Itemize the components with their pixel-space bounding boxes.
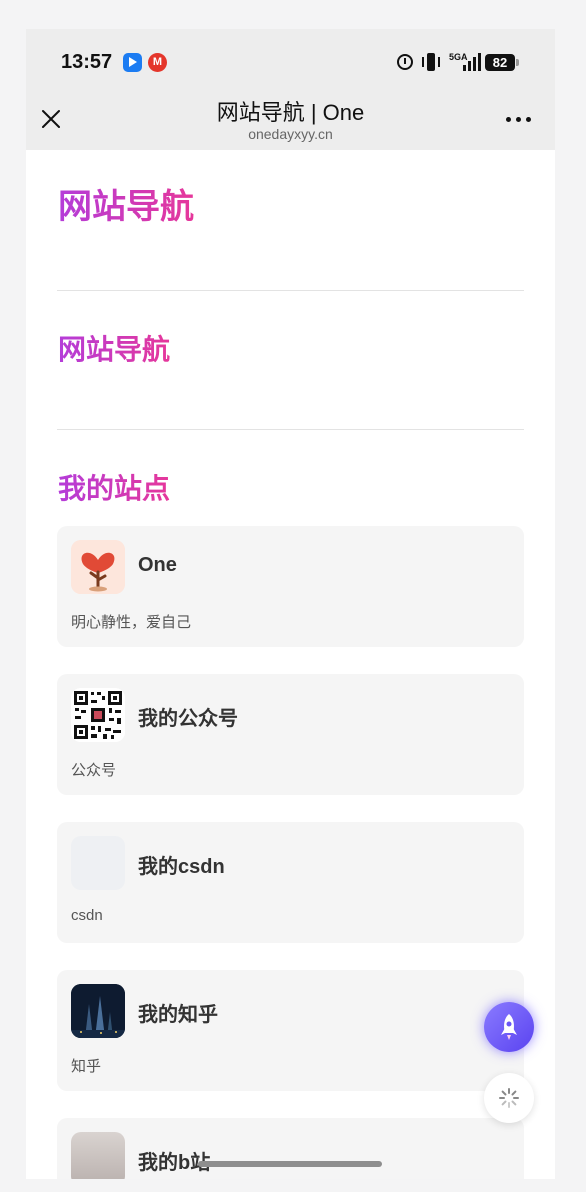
status-bar: 13:57 M 5GA 82 (26, 29, 555, 93)
battery-indicator: 82 (485, 53, 519, 71)
site-card-csdn[interactable]: 我的csdn csdn (57, 822, 524, 943)
site-card-one[interactable]: One 明心静性，爱自己 (57, 526, 524, 647)
home-indicator[interactable] (198, 1161, 382, 1167)
vibrate-icon (421, 53, 441, 71)
status-time: 13:57 (61, 51, 113, 73)
site-card-zhihu[interactable]: 我的知乎 知乎 (57, 970, 524, 1091)
phone-screen: 13:57 M 5GA 82 网站导航 | One onedayxyy.cn 网… (26, 29, 555, 1179)
avatar-photo (71, 1132, 125, 1179)
main-heading: 网站导航 (58, 179, 194, 228)
qr-code-icon (71, 688, 125, 742)
alarm-icon (397, 54, 413, 70)
site-card-wechat[interactable]: 我的公众号 公众号 (57, 674, 524, 795)
metro-logo-icon: M (148, 53, 167, 72)
card-desc: csdn (71, 907, 103, 924)
section-title: 我的站点 (58, 467, 170, 507)
signal-5g-icon: 5GA (449, 52, 481, 71)
tree-logo-icon (71, 540, 125, 594)
page-domain: onedayxyy.cn (248, 126, 333, 142)
divider (57, 290, 524, 291)
more-icon[interactable] (506, 117, 531, 122)
night-city-photo (71, 984, 125, 1038)
app-blue-arrow-icon (123, 53, 142, 72)
card-title: 我的知乎 (138, 1004, 218, 1026)
sub-heading: 网站导航 (58, 328, 170, 368)
card-desc: 知乎 (71, 1058, 102, 1075)
status-system-icons: 5GA 82 (397, 51, 519, 73)
page-title: 网站导航 | One (216, 100, 365, 125)
nav-bar: 网站导航 | One onedayxyy.cn (26, 93, 555, 150)
card-title: 我的公众号 (138, 708, 238, 730)
divider (57, 429, 524, 430)
loading-button[interactable] (484, 1073, 534, 1123)
site-card-bilibili[interactable]: 我的b站 (57, 1118, 524, 1179)
card-title: One (138, 554, 177, 576)
loading-icon (499, 1088, 519, 1108)
back-to-top-button[interactable] (484, 1002, 534, 1052)
card-desc: 公众号 (71, 762, 117, 779)
card-desc: 明心静性，爱自己 (71, 614, 192, 631)
rocket-icon (501, 1014, 517, 1040)
main-content[interactable]: 网站导航 网站导航 我的站点 One 明心静性，爱自己 我的公众号 公众号 我的… (26, 150, 555, 1179)
csdn-placeholder-icon (71, 836, 125, 890)
card-title: 我的csdn (138, 856, 225, 878)
